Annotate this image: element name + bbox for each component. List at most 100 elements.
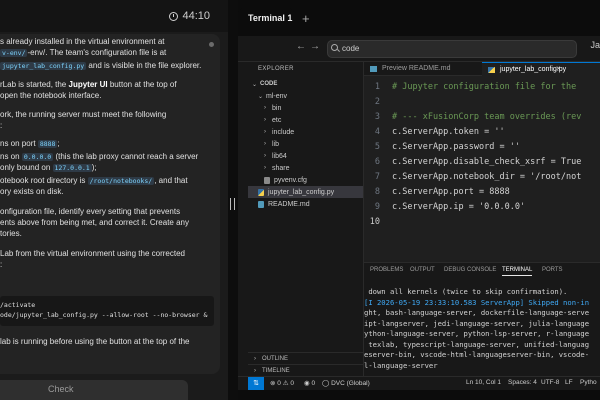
requirement-ip: ns on 0.0.0.0 (this the lab proxy cannot… (0, 152, 199, 161)
problems-status[interactable]: ⊗ 0 ⚠ 0 (270, 379, 294, 387)
chevron-right-icon: › (264, 105, 266, 111)
forward-arrow-icon[interactable]: → (310, 41, 320, 52)
timeline-section[interactable]: › TIMELINE (248, 364, 364, 376)
inline-code: jupyter_lab_config.py (0, 62, 87, 70)
terminal-line: l-language-server (364, 360, 438, 370)
indent-status[interactable]: Spaces: 4 (508, 379, 537, 386)
command-center-search[interactable] (327, 40, 577, 58)
markdown-icon (258, 200, 264, 208)
code-editor: Preview README.md jupyter_lab_config.py … (364, 62, 600, 260)
chevron-down-icon: ⌄ (252, 81, 258, 88)
requirement-ip-cont: only bound on 127.0.0.1); (0, 163, 97, 172)
instruction-line: ory exists on disk. (0, 187, 64, 196)
bottom-panel: PROBLEMS OUTPUT DEBUG CONSOLE TERMINAL P… (364, 262, 600, 376)
tab-output[interactable]: OUTPUT (410, 267, 435, 273)
tab-debug-console[interactable]: DEBUG CONSOLE (444, 267, 496, 273)
code-line: 5 c.ServerApp.password = '' (364, 140, 600, 155)
new-tab-icon[interactable]: + (302, 11, 310, 26)
tree-item[interactable]: › share (248, 162, 290, 174)
tree-item-label: bin (272, 104, 282, 112)
chevron-right-icon: › (264, 153, 266, 159)
window-tabbar: Terminal 1 + (238, 0, 600, 36)
remote-icon[interactable]: ⇅ (248, 377, 264, 390)
code-line: 9 c.ServerApp.ip = '0.0.0.0' (364, 200, 600, 215)
editor-tabs: Preview README.md jupyter_lab_config.py … (364, 62, 600, 76)
scroll-indicator[interactable] (209, 42, 214, 47)
code-text: c.ServerApp.port = 8888 (392, 187, 510, 197)
code-line: 3 # --- xFusionCorp team overrides (rev (364, 110, 600, 125)
tree-item[interactable]: › include (248, 126, 294, 138)
code-line: 1 # Jupyter configuration file for the (364, 80, 600, 95)
tree-item[interactable]: jupyter_lab_config.py (248, 186, 363, 198)
tree-item[interactable]: README.md (248, 198, 310, 210)
python-file-icon (488, 67, 495, 73)
terminal-line: ipt-langserver, jedi-language-server, ju… (364, 318, 590, 328)
line-number: 8 (374, 187, 380, 197)
terminal-line: ght, bash-language-server, dockerfile-la… (364, 308, 590, 317)
instruction-line: Lab from the virtual environment using t… (0, 249, 185, 258)
code-text: c.ServerApp.notebook_dir = '/root/not (392, 172, 582, 182)
language-status[interactable]: Pytho (580, 379, 597, 386)
encoding-status[interactable]: UTF-8 (541, 379, 559, 386)
instruction-line: lab is running before using the button a… (0, 337, 190, 346)
instruction-line: ents above from being met, and correct i… (0, 218, 189, 227)
chevron-down-icon: ⌄ (258, 93, 264, 100)
instruction-line: onfiguration file, identify every settin… (0, 207, 181, 216)
tree-item-label: jupyter_lab_config.py (268, 188, 335, 196)
panel-tabs: PROBLEMS OUTPUT DEBUG CONSOLE TERMINAL P… (364, 263, 600, 279)
instruction-line: tories. (0, 229, 22, 238)
code-line: 10 (364, 215, 600, 230)
inline-code: v-env/ (0, 49, 28, 57)
terminal-line: eserver-bin, vscode-html-languageserver-… (364, 350, 590, 359)
tree-item[interactable]: pyvenv.cfg (248, 174, 307, 186)
python-file-icon (258, 188, 264, 196)
tree-item[interactable]: › etc (248, 114, 281, 126)
tree-item-label: share (272, 164, 290, 172)
tab-problems[interactable]: PROBLEMS (370, 267, 403, 273)
instruction-card: s already installed in the virtual envir… (0, 34, 220, 374)
terminal-line: ython-language-server, python-lsp-server… (364, 329, 590, 338)
command-block[interactable]: /activate ode/jupyter_lab_config.py --al… (0, 296, 214, 326)
tree-item[interactable]: ⌄ ml-env (248, 90, 287, 102)
tree-item-label: pyvenv.cfg (274, 176, 307, 184)
account-label[interactable]: Ja (590, 40, 600, 50)
dvc-status[interactable]: ◯ DVC (Global) (322, 379, 370, 387)
command-line: /activate (0, 301, 36, 309)
search-input-text: code (342, 44, 360, 53)
command-line: ode/jupyter_lab_config.py --allow-root -… (0, 311, 208, 319)
timer: 44:10 (169, 10, 210, 22)
tab-ports[interactable]: PORTS (542, 267, 563, 273)
tree-item[interactable]: › lib64 (248, 150, 287, 162)
tree-item[interactable]: › lib (248, 138, 279, 150)
tree-item-label: README.md (268, 200, 310, 208)
tree-item[interactable]: › bin (248, 102, 281, 114)
check-button[interactable] (0, 380, 188, 400)
close-tab-icon[interactable]: × (556, 62, 561, 76)
code-area[interactable]: 1 # Jupyter configuration file for the 2 3 #… (364, 76, 600, 260)
eol-status[interactable]: LF (565, 379, 573, 386)
tab-terminal-1[interactable]: Terminal 1 (238, 8, 294, 36)
code-line: 7 c.ServerApp.notebook_dir = '/root/not (364, 170, 600, 185)
explorer-root[interactable]: ⌄ CODE (252, 78, 277, 90)
tab-jupyter-config[interactable]: jupyter_lab_config.py (482, 62, 600, 76)
status-bar: ⇅ ⊗ 0 ⚠ 0 ◉ 0 ◯ DVC (Global) Ln 10, Col … (238, 376, 600, 390)
terminal-line: down all kernels (twice to skip confirma… (364, 287, 568, 296)
code-line: 8 c.ServerApp.port = 8888 (364, 185, 600, 200)
line-number: 6 (374, 157, 380, 167)
cursor-position[interactable]: Ln 10, Col 1 (466, 379, 501, 386)
instruction-line: : (0, 121, 3, 130)
split-drag-handle[interactable] (230, 198, 235, 210)
code-line: 4 c.ServerApp.token = '' (364, 125, 600, 140)
outline-section[interactable]: › OUTLINE (248, 352, 364, 364)
chevron-right-icon: › (264, 141, 266, 147)
timer-value: 44:10 (182, 10, 210, 22)
code-text: # Jupyter configuration file for the (392, 82, 577, 92)
instruction-panel: 44:10 s already installed in the virtual… (0, 0, 228, 400)
tab-preview-readme[interactable]: Preview README.md (364, 62, 482, 76)
tab-terminal[interactable]: TERMINAL (502, 267, 533, 276)
search-icon (331, 44, 338, 51)
terminal-output[interactable]: down all kernels (twice to skip confirma… (364, 287, 600, 371)
back-arrow-icon[interactable]: ← (296, 41, 306, 52)
bottom-strip (238, 390, 600, 400)
info-status[interactable]: ◉ 0 (304, 379, 315, 387)
